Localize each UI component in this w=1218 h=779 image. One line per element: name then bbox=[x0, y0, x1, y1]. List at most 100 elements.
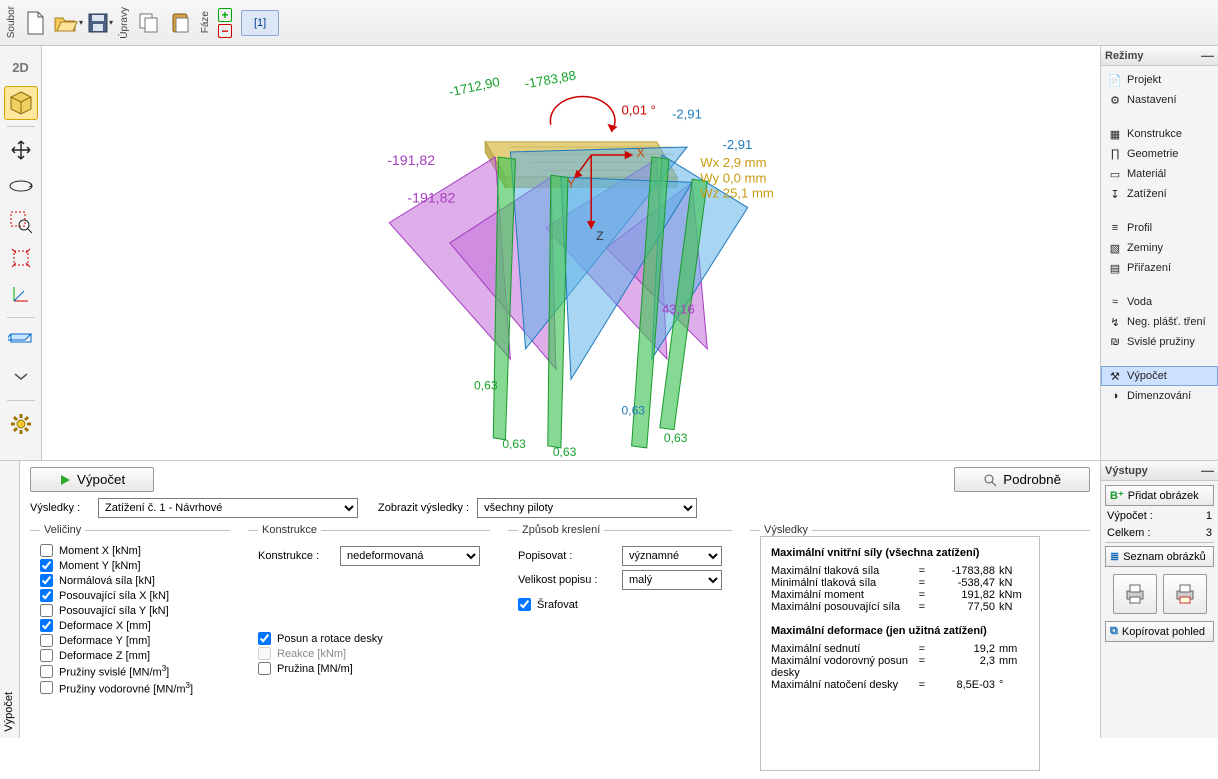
mat-icon: ▭ bbox=[1108, 167, 1122, 181]
expand-down-icon[interactable] bbox=[4, 360, 38, 394]
dim-icon: ◑ bbox=[1108, 389, 1122, 403]
outputs-panel: Výstupy— B⁺Přidat obrázek Výpočet :1 Cel… bbox=[1100, 461, 1218, 738]
svg-text:Wx 2,9 mm: Wx 2,9 mm bbox=[700, 155, 766, 170]
soil-icon: ▧ bbox=[1108, 241, 1122, 255]
qty-checkbox[interactable]: Pružiny vodorovné [MN/m3] bbox=[40, 681, 220, 696]
grid-icon: ▦ bbox=[1108, 127, 1122, 141]
copy-button[interactable] bbox=[134, 5, 164, 41]
mode-item-přiřazení[interactable]: ▤Přiřazení bbox=[1101, 258, 1218, 278]
calculate-button[interactable]: Výpočet bbox=[30, 467, 154, 492]
svg-text:43,16: 43,16 bbox=[662, 302, 695, 317]
mode-item-konstrukce[interactable]: ▦Konstrukce bbox=[1101, 124, 1218, 144]
assign-icon: ▤ bbox=[1108, 261, 1122, 275]
doc-icon: 📄 bbox=[1108, 73, 1122, 87]
results-label: Výsledky : bbox=[30, 502, 90, 514]
results-select[interactable]: Zatížení č. 1 - Návrhové bbox=[98, 498, 358, 518]
qty-checkbox[interactable]: Moment X [kNm] bbox=[40, 544, 220, 557]
group-file-label: Soubor bbox=[4, 6, 19, 38]
construction-select[interactable]: nedeformovaná bbox=[340, 546, 480, 566]
mode-item-výpočet[interactable]: ⚒Výpočet bbox=[1101, 366, 1218, 386]
show-results-select[interactable]: všechny piloty bbox=[477, 498, 697, 518]
size-select[interactable]: malý bbox=[622, 570, 722, 590]
svg-text:-1712,90: -1712,90 bbox=[447, 74, 501, 99]
qty-checkbox[interactable]: Deformace X [mm] bbox=[40, 619, 220, 632]
zoom-fit-button[interactable] bbox=[4, 241, 38, 275]
section-button[interactable] bbox=[4, 324, 38, 358]
save-button[interactable]: ▾ bbox=[85, 5, 115, 41]
posun-checkbox[interactable]: Posun a rotace desky bbox=[258, 632, 480, 645]
qty-checkbox[interactable]: Posouvající síla Y [kN] bbox=[40, 604, 220, 617]
svg-text:0,63: 0,63 bbox=[474, 378, 498, 392]
detail-button[interactable]: Podrobně bbox=[954, 467, 1090, 492]
mode-item-projekt[interactable]: 📄Projekt bbox=[1101, 70, 1218, 90]
mode-item-dimenzování[interactable]: ◑Dimenzování bbox=[1101, 386, 1218, 406]
phase-remove-button[interactable]: − bbox=[218, 24, 232, 38]
settings-button[interactable] bbox=[4, 407, 38, 441]
qty-checkbox[interactable]: Posouvající síla X [kN] bbox=[40, 589, 220, 602]
phase-add-button[interactable]: + bbox=[218, 8, 232, 22]
bottom-tab[interactable]: Výpočet bbox=[0, 461, 20, 738]
zoom-window-button[interactable] bbox=[4, 205, 38, 239]
qty-checkbox[interactable]: Moment Y [kNm] bbox=[40, 559, 220, 572]
calc-icon: ⚒ bbox=[1108, 369, 1122, 383]
svg-text:-2,91: -2,91 bbox=[722, 137, 752, 152]
qty-checkbox[interactable]: Pružiny svislé [MN/m3] bbox=[40, 664, 220, 679]
print-button[interactable] bbox=[1113, 574, 1157, 614]
print-color-button[interactable] bbox=[1163, 574, 1207, 614]
pan-button[interactable] bbox=[4, 133, 38, 167]
desc-select[interactable]: významné bbox=[622, 546, 722, 566]
mode-item-voda[interactable]: ≈Voda bbox=[1101, 292, 1218, 312]
results-text: Maximální vnitřní síly (všechna zatížení… bbox=[760, 536, 1040, 771]
cols-icon: ∏ bbox=[1108, 147, 1122, 161]
svg-text:Wz 25,1 mm: Wz 25,1 mm bbox=[700, 185, 774, 200]
gear-icon: ⚙ bbox=[1108, 93, 1122, 107]
qty-checkbox[interactable]: Deformace Y [mm] bbox=[40, 634, 220, 647]
mode-item-zatížení[interactable]: ↧Zatížení bbox=[1101, 184, 1218, 204]
qty-checkbox[interactable]: Normálová síla [kN] bbox=[40, 574, 220, 587]
mode-item-zeminy[interactable]: ▧Zeminy bbox=[1101, 238, 1218, 258]
spring-icon: ₪ bbox=[1108, 335, 1122, 349]
svg-text:0,63: 0,63 bbox=[621, 404, 645, 418]
mode-item-nastavení[interactable]: ⚙Nastavení bbox=[1101, 90, 1218, 110]
paste-button[interactable] bbox=[166, 5, 196, 41]
modes-title: Režimy bbox=[1105, 50, 1144, 62]
view-toolbar: 2D bbox=[0, 46, 42, 460]
svg-text:-191,82: -191,82 bbox=[407, 190, 455, 206]
image-list-button[interactable]: ≣Seznam obrázků bbox=[1105, 546, 1214, 567]
phase-tab-1[interactable]: [1] bbox=[241, 10, 279, 36]
mode-item-profil[interactable]: ≡Profil bbox=[1101, 218, 1218, 238]
show-results-label: Zobrazit výsledky : bbox=[378, 502, 469, 514]
modes-panel: Režimy — 📄Projekt⚙Nastavení ▦Konstrukce∏Ge… bbox=[1100, 46, 1218, 460]
new-file-button[interactable] bbox=[21, 5, 51, 41]
add-image-button[interactable]: B⁺Přidat obrázek bbox=[1105, 485, 1214, 506]
qty-checkbox[interactable]: Deformace Z [mm] bbox=[40, 649, 220, 662]
neg-icon: ↯ bbox=[1108, 315, 1122, 329]
svg-text:0,63: 0,63 bbox=[664, 431, 688, 445]
svg-text:Y: Y bbox=[567, 176, 575, 190]
svg-text:0,01 °: 0,01 ° bbox=[621, 103, 655, 118]
mode-item-geometrie[interactable]: ∏Geometrie bbox=[1101, 144, 1218, 164]
axes-button[interactable] bbox=[4, 277, 38, 311]
minimize-icon[interactable]: — bbox=[1201, 463, 1214, 478]
reakce-checkbox: Reakce [kNm] bbox=[258, 647, 480, 660]
group-phase-label: Fáze bbox=[198, 11, 213, 33]
minimize-icon[interactable]: — bbox=[1201, 48, 1214, 63]
svg-text:0,63: 0,63 bbox=[553, 445, 577, 459]
view-2d-button[interactable]: 2D bbox=[4, 50, 38, 84]
pruzina-checkbox[interactable]: Pružina [MN/m] bbox=[258, 662, 480, 675]
view-3d-button[interactable] bbox=[4, 86, 38, 120]
viewport-3d[interactable]: X Y Z 0,01 ° -1712,90 -1783,88 -2,91 -2,… bbox=[42, 46, 1100, 460]
prof-icon: ≡ bbox=[1108, 221, 1122, 235]
group-edit-label: Úpravy bbox=[117, 7, 132, 39]
svg-text:Wy 0,0 mm: Wy 0,0 mm bbox=[700, 170, 766, 185]
open-file-button[interactable]: ▾ bbox=[53, 5, 83, 41]
orbit-button[interactable] bbox=[4, 169, 38, 203]
hatch-checkbox[interactable]: Šrafovat bbox=[518, 598, 722, 611]
mode-item-materiál[interactable]: ▭Materiál bbox=[1101, 164, 1218, 184]
svg-text:-2,91: -2,91 bbox=[672, 107, 702, 122]
copy-view-button[interactable]: ⧉Kopírovat pohled bbox=[1105, 621, 1214, 642]
mode-item-svislé pružiny[interactable]: ₪Svislé pružiny bbox=[1101, 332, 1218, 352]
svg-text:0,63: 0,63 bbox=[502, 437, 526, 451]
mode-item-neg. plášť. tření[interactable]: ↯Neg. plášť. tření bbox=[1101, 312, 1218, 332]
top-toolbar: Soubor ▾ ▾ Úpravy Fáze + − [1] bbox=[0, 0, 1218, 46]
